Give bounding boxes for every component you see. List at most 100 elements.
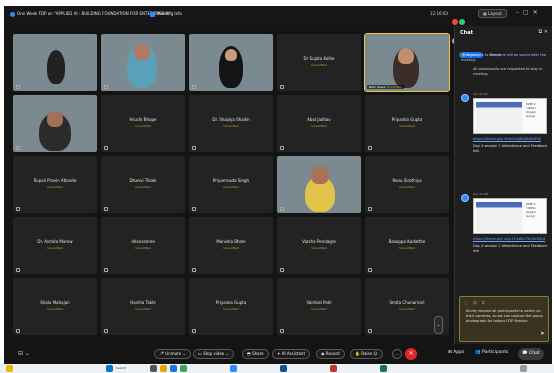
- more-options-icon[interactable]: …: [392, 349, 402, 359]
- participant-tile[interactable]: Hruchi Bhope Unverified: [101, 95, 185, 152]
- participant-tile[interactable]: Harsha Takle Unverified: [101, 278, 185, 335]
- participant-status: Unverified: [386, 85, 403, 89]
- message-meta: You 11:27: [473, 92, 551, 96]
- pdf-app-icon[interactable]: [330, 365, 337, 372]
- participant-status: Unverified: [135, 185, 151, 189]
- participant-video-tile[interactable]: [189, 34, 273, 91]
- mic-icon: [280, 146, 284, 150]
- participant-tile[interactable]: Rupali Pravin Atkarde Unverified: [13, 156, 97, 213]
- participant-status: Unverified: [311, 124, 327, 128]
- view-options-icon[interactable]: ⊟ ⌄: [18, 350, 30, 357]
- message-time: 11:27: [479, 92, 488, 96]
- participant-video-tile[interactable]: [101, 34, 185, 91]
- chat-button[interactable]: 💬 Chat: [518, 348, 544, 360]
- participant-tile[interactable]: Dr. Shaziya Shaikh Unverified: [189, 95, 273, 152]
- participant-name-tag: Nitin Kapur Unverified: [367, 85, 405, 89]
- mic-icon: [280, 329, 284, 333]
- mic-icon: [192, 329, 196, 333]
- leave-meeting-button[interactable]: ✕: [405, 348, 417, 360]
- send-icon[interactable]: ➤: [540, 330, 545, 337]
- link-preview-card[interactable]: ONE V "APPLI Organi Googl: [473, 198, 547, 234]
- participant-tile[interactable]: Dr. Asmita Marow Unverified: [13, 217, 97, 274]
- link-preview-card[interactable]: ONE V "APPLI Organi Googl: [473, 98, 547, 134]
- participant-face: [311, 166, 329, 184]
- participant-tile[interactable]: dhanashree Unverified: [101, 217, 185, 274]
- participant-tile[interactable]: Abol Jadhav Unverified: [277, 95, 361, 152]
- mic-icon: [280, 207, 284, 211]
- unmute-button[interactable]: 🎤 Unmute ⌄: [154, 349, 191, 359]
- participants-button[interactable]: 👥 Participants: [475, 350, 508, 355]
- participants-label: Participants: [482, 350, 509, 355]
- chat-saved-notice: 🔒 Messages to everyone will be saved aft…: [461, 53, 546, 62]
- chat-close-icon[interactable]: ⧉ ✕: [539, 29, 548, 35]
- window-controls[interactable]: –▢✕: [516, 9, 542, 16]
- participant-tile[interactable]: Shalu Mahajan Unverified: [13, 278, 97, 335]
- avatar: [461, 94, 469, 102]
- participant-tile[interactable]: Basappa Kadatthe Unverified: [365, 217, 449, 274]
- meeting-toolbar: ⊟ ⌄ 🎤 Unmute ⌄ ▭ Stop video ⌄ ⬒ Share ✦ …: [4, 344, 552, 364]
- mic-icon: [104, 329, 108, 333]
- compose-toolbar-icons[interactable]: ◌ ☺ ⌗: [464, 300, 486, 305]
- participant-tile[interactable]: Manisha Bhole Unverified: [189, 217, 273, 274]
- chat-draft-text[interactable]: Kindly request all participants to switc…: [466, 309, 544, 324]
- apps-button[interactable]: ⊞ Apps: [448, 350, 464, 355]
- participant-tile[interactable]: Varsha Pendagre Unverified: [277, 217, 361, 274]
- mic-icon: [104, 207, 108, 211]
- record-label: Record: [325, 351, 340, 356]
- start-icon[interactable]: [106, 365, 113, 372]
- participant-status: Unverified: [311, 307, 327, 311]
- layout-button[interactable]: ▦ Layout: [478, 9, 507, 18]
- stop-video-button[interactable]: ▭ Stop video ⌄: [193, 349, 234, 359]
- chrome-icon[interactable]: [180, 365, 187, 372]
- shield-icon: [150, 11, 155, 17]
- share-button[interactable]: ⬒ Share: [242, 349, 269, 359]
- record-button[interactable]: ◉ Record: [316, 349, 345, 359]
- participant-tile[interactable]: Priyanka Gupta Unverified: [365, 95, 449, 152]
- mic-icon: [368, 329, 372, 333]
- mic-icon: [16, 207, 20, 211]
- participant-tile[interactable]: Vaishali Patil Unverified: [277, 278, 361, 335]
- participant-tile[interactable]: Dhanvi Tikale Unverified: [101, 156, 185, 213]
- participant-face: [225, 49, 237, 61]
- participant-tile[interactable]: Dr Sujata Kolhe Unverified: [277, 34, 361, 91]
- mic-icon: [16, 268, 20, 272]
- excel-app-icon[interactable]: [380, 365, 387, 372]
- participant-name: Dr. Shaziya Shaikh: [212, 117, 250, 122]
- meeting-title-text: One Week FDP on "APPLIED AI : BUILDING F…: [17, 11, 172, 16]
- scroll-down-button[interactable]: ⌄: [434, 316, 443, 334]
- participant-status: Unverified: [47, 307, 63, 311]
- chat-compose-box[interactable]: ◌ ☺ ⌗ Kindly request all participants to…: [459, 296, 549, 342]
- participant-status: Unverified: [399, 246, 415, 250]
- weather-icon[interactable]: [6, 365, 13, 372]
- message-sender: You: [473, 192, 479, 196]
- zoom-app-icon[interactable]: [230, 365, 237, 372]
- message-link[interactable]: https://forms.gle/ 9hmZxbJ8Lj8tAFkFMi: [473, 137, 551, 142]
- participant-status: Unverified: [47, 246, 63, 250]
- share-label: Share: [252, 351, 264, 356]
- task-view-icon[interactable]: [150, 365, 157, 372]
- participant-name: Priyanka Gupta: [215, 300, 247, 305]
- message-time: 12:08: [479, 192, 488, 196]
- participant-tile[interactable]: Renu Sirothiya Unverified: [365, 156, 449, 213]
- file-explorer-icon[interactable]: [160, 365, 167, 372]
- raise-hand-button[interactable]: ✋ Raise ☺: [350, 349, 383, 359]
- system-tray-icon[interactable]: [520, 365, 527, 372]
- taskbar-search[interactable]: Search: [116, 366, 126, 370]
- participant-video-tile[interactable]: [277, 156, 361, 213]
- ai-assistant-button[interactable]: ✦ AI Assistant: [272, 349, 311, 359]
- participant-name: Dr Sujata Kolhe: [303, 56, 335, 61]
- message-link[interactable]: https://forms.gle/ aQu1Fm8kUTKrXVWIL6: [473, 237, 551, 242]
- word-app-icon[interactable]: [280, 365, 287, 372]
- raise-label: Raise: [361, 351, 373, 356]
- participant-figure: [47, 50, 65, 84]
- mic-icon: [16, 329, 20, 333]
- mic-icon: [104, 85, 108, 89]
- message-text: Day 4 session 2 Attendance and Feedback …: [473, 244, 548, 253]
- participant-video-tile-active[interactable]: Nitin Kapur Unverified: [364, 33, 450, 92]
- browser-icon[interactable]: [170, 365, 177, 372]
- participant-tile[interactable]: Priyamvada Singh Unverified: [189, 156, 273, 213]
- participant-video-tile[interactable]: [13, 95, 97, 152]
- participant-video-tile[interactable]: [13, 34, 97, 91]
- participant-tile[interactable]: Priyanka Gupta Unverified: [189, 278, 273, 335]
- meeting-info-button[interactable]: Meeting Info: [150, 11, 182, 17]
